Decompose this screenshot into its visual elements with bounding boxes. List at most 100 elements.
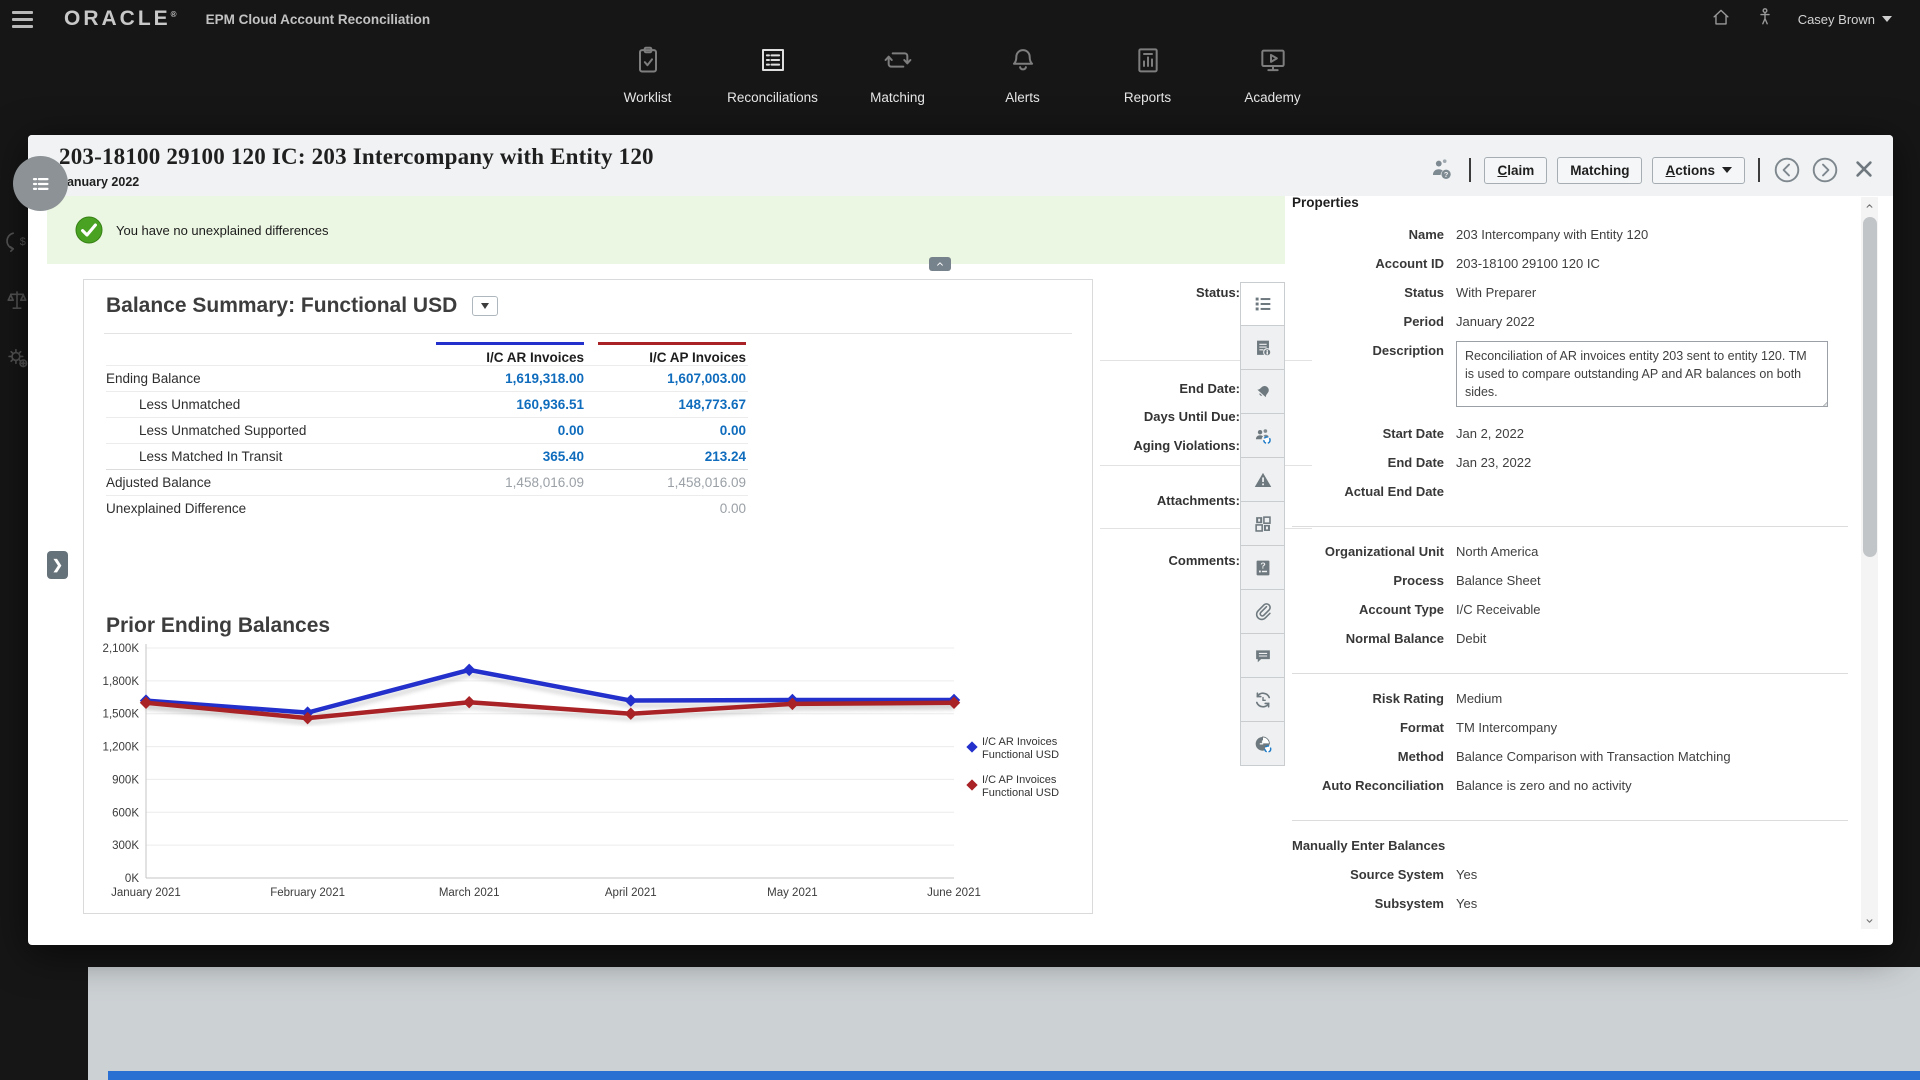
nav-label: Academy <box>1244 90 1300 105</box>
row-value[interactable]: 1,619,318.00 <box>436 371 584 386</box>
toolbar-comments-bubble-icon[interactable] <box>1240 634 1285 678</box>
property-row: Normal Balance Debit <box>1292 629 1858 658</box>
previous-button[interactable] <box>1773 156 1801 184</box>
row-label: Ending Balance <box>106 371 436 386</box>
matching-loop-icon <box>882 44 914 81</box>
toolbar-history-sync-icon[interactable] <box>1240 678 1285 722</box>
collapse-banner-button[interactable] <box>929 257 951 271</box>
app-title: EPM Cloud Account Reconciliation <box>206 12 431 27</box>
nav-item-matching[interactable]: Matching <box>835 44 960 105</box>
reconciliations-list-icon <box>757 44 789 81</box>
property-label: Period <box>1292 312 1444 329</box>
property-row: Subsystem Yes <box>1292 894 1858 923</box>
row-value[interactable]: 148,773.67 <box>598 397 746 412</box>
toolbar-summary-tiles-icon[interactable] <box>1240 502 1285 546</box>
property-label: Format <box>1292 718 1444 735</box>
menu-icon[interactable] <box>0 0 46 38</box>
oracle-logo: ORACLE® <box>64 7 180 31</box>
row-value[interactable]: 0.00 <box>436 423 584 438</box>
toolbar-warning-icon[interactable] <box>1240 458 1285 502</box>
matching-button[interactable]: Matching <box>1557 157 1642 184</box>
reconciliation-list-rail-button[interactable] <box>13 156 68 211</box>
toolbar-list-view-icon[interactable] <box>1240 282 1285 326</box>
top-header-bar: ORACLE® EPM Cloud Account Reconciliation… <box>0 0 1920 38</box>
property-value: Debit <box>1456 629 1486 646</box>
toolbar-time-pie-icon[interactable] <box>1240 722 1285 766</box>
row-value: 0.00 <box>598 501 746 516</box>
table-row: Unexplained Difference0.00 <box>106 495 748 521</box>
prior-ending-balances-chart: 0K300K600K900K1,200K1,500K1,800K2,100KJa… <box>98 640 1080 906</box>
property-row: Organizational Unit North America <box>1292 542 1858 571</box>
toolbar-alert-bell-icon[interactable] <box>1240 370 1285 414</box>
divider <box>104 333 1072 334</box>
properties-heading: Properties <box>1292 195 1858 225</box>
close-icon[interactable] <box>1853 159 1875 181</box>
claim-button[interactable]: Claim <box>1484 157 1547 184</box>
screen: ORACLE® EPM Cloud Account Reconciliation… <box>0 0 1920 1080</box>
property-value: Medium <box>1456 689 1502 706</box>
property-row: Account ID 203-18100 29100 120 IC <box>1292 254 1858 283</box>
row-value[interactable]: 160,936.51 <box>436 397 584 412</box>
divider <box>1292 526 1848 527</box>
property-row: End Date Jan 23, 2022 <box>1292 453 1858 482</box>
description-field[interactable] <box>1456 341 1828 407</box>
svg-text:?: ? <box>1260 560 1265 570</box>
field-label: Aging Violations: <box>1100 438 1240 453</box>
property-row: Start Date Jan 2, 2022 <box>1292 424 1858 453</box>
divider <box>1469 158 1471 182</box>
property-label: Method <box>1292 747 1444 764</box>
scrollbar-thumb[interactable] <box>1863 217 1877 557</box>
table-row: Adjusted Balance1,458,016.091,458,016.09 <box>106 469 748 495</box>
nav-label: Reports <box>1124 90 1171 105</box>
row-value[interactable]: 1,607,003.00 <box>598 371 746 386</box>
toolbar-document-info-icon[interactable] <box>1240 326 1285 370</box>
home-icon[interactable] <box>1710 6 1732 33</box>
dialog-actions: ? Claim Matching Actions <box>1428 156 1875 184</box>
divider <box>1758 158 1760 182</box>
property-value: Yes <box>1456 865 1477 882</box>
svg-text:Functional USD: Functional USD <box>982 787 1059 799</box>
actions-button[interactable]: Actions <box>1652 157 1745 184</box>
journals-scale-icon[interactable] <box>4 287 30 313</box>
row-value[interactable]: 365.40 <box>436 449 584 464</box>
dialog-title: 203-18100 29100 120 IC: 203 Intercompany… <box>59 144 654 170</box>
currency-dropdown-button[interactable] <box>472 296 498 316</box>
svg-text:February 2021: February 2021 <box>270 887 345 899</box>
assignee-user-icon[interactable]: ? <box>1428 156 1456 184</box>
property-row: Risk Rating Medium <box>1292 689 1858 718</box>
settings-gear-icon[interactable] <box>4 344 30 370</box>
table-row: Less Unmatched160,936.51 148,773.67 <box>106 391 748 417</box>
nav-item-worklist[interactable]: Worklist <box>585 44 710 105</box>
toolbar-attachments-paperclip-icon[interactable] <box>1240 590 1285 634</box>
column-header: I/C AR Invoices <box>436 342 584 365</box>
transactions-icon[interactable]: $ <box>4 228 30 254</box>
expand-panel-handle[interactable]: ❯ <box>47 551 68 579</box>
property-group-header: Manually Enter Balances <box>1292 836 1858 865</box>
nav-item-reports[interactable]: Reports <box>1085 44 1210 105</box>
nav-item-alerts[interactable]: Alerts <box>960 44 1085 105</box>
field-label: Days Until Due: <box>1100 409 1240 424</box>
field-label: Attachments: <box>1100 493 1240 508</box>
toolbar-workflow-team-icon[interactable] <box>1240 414 1285 458</box>
user-menu[interactable]: Casey Brown <box>1798 12 1892 27</box>
next-button[interactable] <box>1811 156 1839 184</box>
background-selected-row <box>108 1071 1920 1080</box>
svg-text:0K: 0K <box>125 873 139 885</box>
property-value: I/C Receivable <box>1456 600 1541 617</box>
nav-item-reconciliations[interactable]: Reconciliations <box>710 44 835 105</box>
scroll-up-icon[interactable] <box>1861 197 1878 214</box>
accessibility-icon[interactable] <box>1754 6 1776 33</box>
row-value[interactable]: 213.24 <box>598 449 746 464</box>
property-value: TM Intercompany <box>1456 718 1557 735</box>
success-banner: You have no unexplained differences <box>47 196 1285 264</box>
toolbar-instructions-icon[interactable]: ? <box>1240 546 1285 590</box>
property-label: End Date <box>1292 453 1444 470</box>
nav-item-academy[interactable]: Academy <box>1210 44 1335 105</box>
row-value: 1,458,016.09 <box>598 475 746 490</box>
property-value: North America <box>1456 542 1538 559</box>
row-label: Less Unmatched <box>106 397 436 412</box>
scroll-down-icon[interactable] <box>1861 912 1878 929</box>
property-label: Normal Balance <box>1292 629 1444 646</box>
row-value[interactable]: 0.00 <box>598 423 746 438</box>
property-label: Account ID <box>1292 254 1444 271</box>
